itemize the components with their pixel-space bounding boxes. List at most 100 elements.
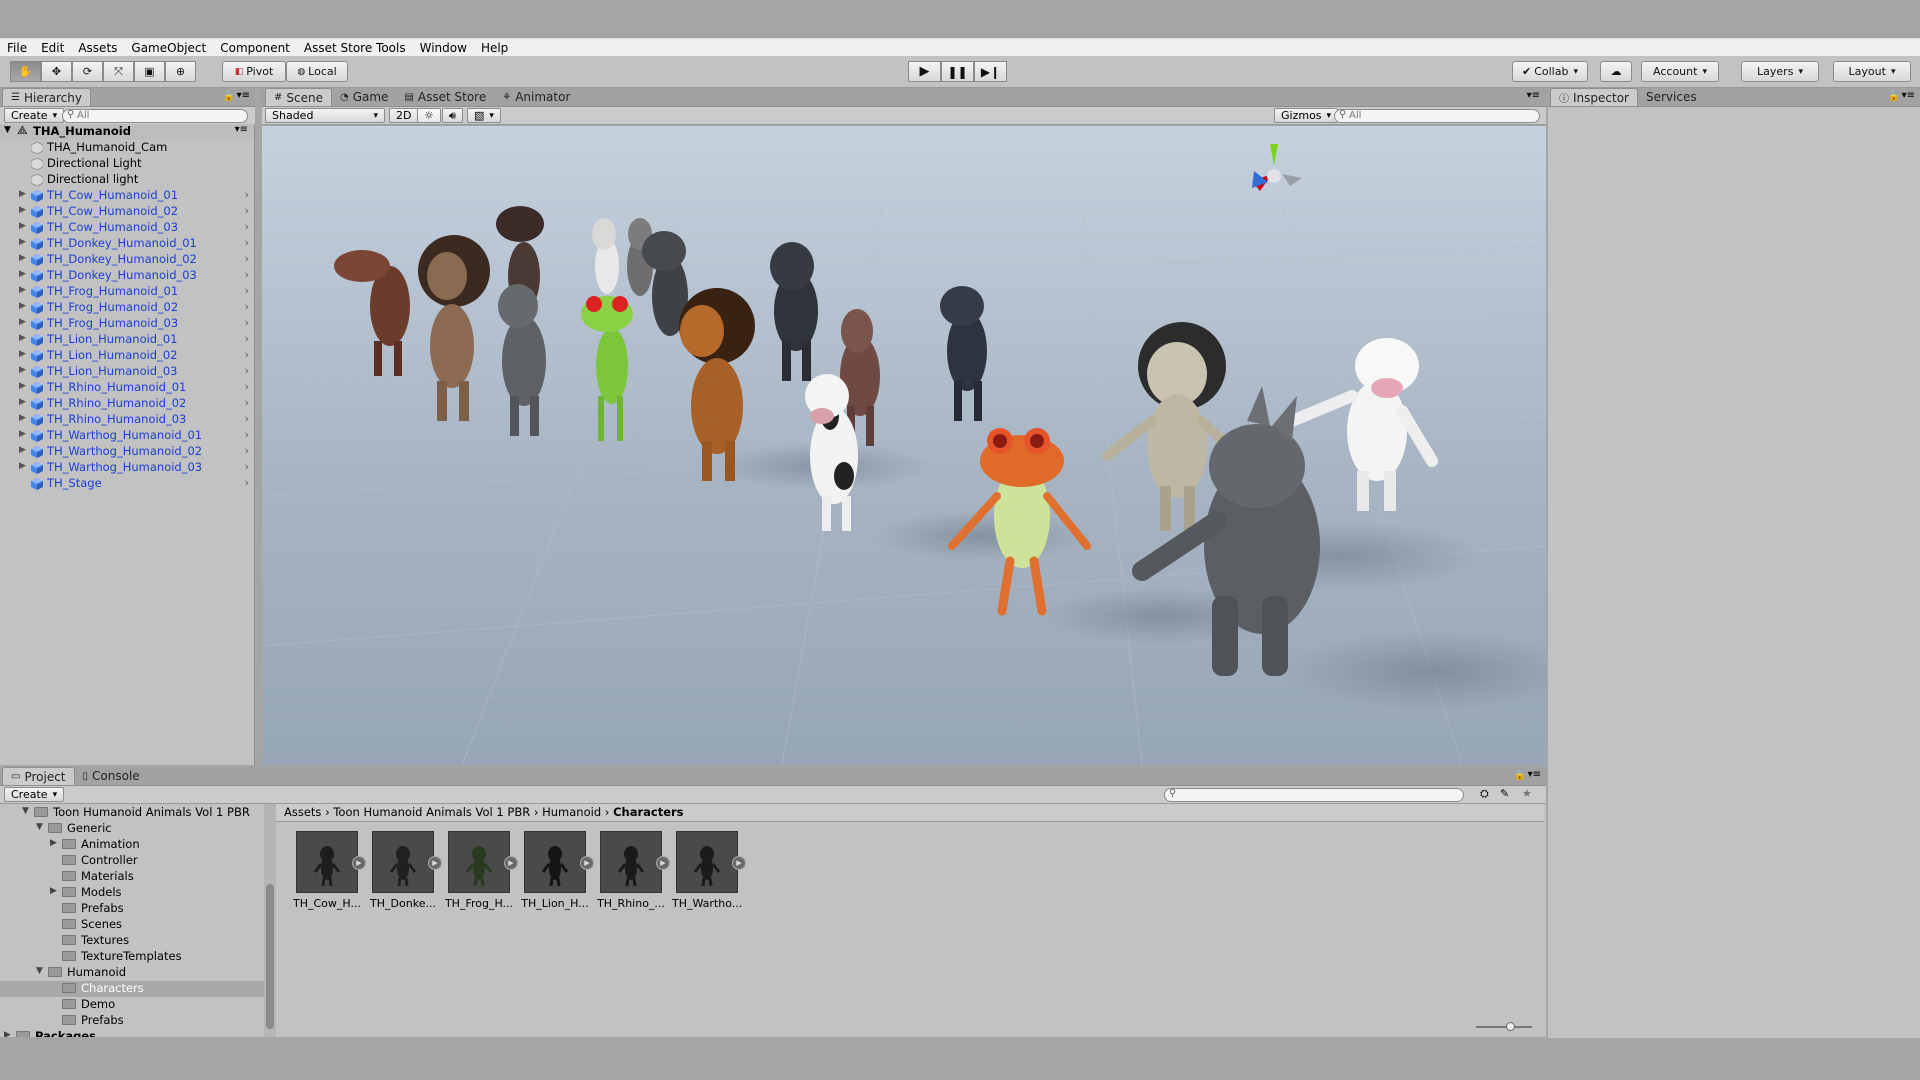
expand-arrow-icon[interactable]: ▶	[19, 317, 26, 327]
tree-scrollbar-thumb[interactable]	[266, 884, 274, 1029]
lighting-toggle[interactable]: ☼	[417, 108, 441, 123]
project-folder-item[interactable]: TextureTemplates	[0, 949, 264, 965]
hierarchy-item[interactable]: ▶ TH_Donkey_Humanoid_03 ›	[0, 268, 254, 284]
expand-arrow-icon[interactable]: ▶	[19, 221, 26, 231]
project-folder-item[interactable]: ▼ Humanoid	[0, 965, 264, 981]
scene-viewport[interactable]	[262, 126, 1546, 765]
expand-arrow-icon[interactable]: ▶	[19, 365, 26, 375]
hierarchy-item[interactable]: ▶ TH_Donkey_Humanoid_01 ›	[0, 236, 254, 252]
rect-tool-button[interactable]: ▣	[134, 61, 165, 82]
project-folder-item[interactable]: Prefabs	[0, 1013, 264, 1029]
chevron-right-icon[interactable]: ›	[245, 204, 249, 217]
hierarchy-item[interactable]: TH_Stage ›	[0, 476, 254, 492]
menu-file[interactable]: File	[0, 41, 34, 55]
menu-window[interactable]: Window	[413, 41, 474, 55]
menu-edit[interactable]: Edit	[34, 41, 71, 55]
expand-asset-icon[interactable]: ▶	[428, 856, 442, 870]
hierarchy-item[interactable]: ▶ TH_Rhino_Humanoid_01 ›	[0, 380, 254, 396]
cloud-button[interactable]: ☁	[1600, 61, 1632, 82]
menu-asset-store-tools[interactable]: Asset Store Tools	[297, 41, 413, 55]
asset-item[interactable]: ▶ TH_Frog_H...	[445, 831, 518, 910]
icon-size-slider-thumb[interactable]	[1506, 1022, 1515, 1031]
menu-assets[interactable]: Assets	[71, 41, 124, 55]
hierarchy-item[interactable]: ▶ TH_Cow_Humanoid_03 ›	[0, 220, 254, 236]
hierarchy-create-button[interactable]: Create	[4, 108, 65, 123]
chevron-right-icon[interactable]: ›	[245, 412, 249, 425]
project-folder-item[interactable]: Controller	[0, 853, 264, 869]
tab-inspector[interactable]: ⓘ Inspector	[1550, 88, 1638, 106]
expand-arrow-icon[interactable]: ▶	[4, 1030, 11, 1037]
layers-dropdown[interactable]: Layers	[1741, 61, 1819, 82]
expand-arrow-icon[interactable]: ▶	[19, 301, 26, 311]
project-folder-item[interactable]: Textures	[0, 933, 264, 949]
transform-tool-button[interactable]: ⊕	[165, 61, 196, 82]
shading-mode-dropdown[interactable]: Shaded	[265, 108, 385, 123]
lock-icon[interactable]: 🔒	[1888, 91, 1900, 102]
hierarchy-scene-row[interactable]: ▼ ⟁ THA_Humanoid ▾≡	[0, 123, 254, 140]
tab-game[interactable]: ◔ Game	[332, 88, 396, 106]
asset-item[interactable]: ▶ TH_Lion_H...	[521, 831, 594, 910]
hierarchy-item[interactable]: ▶ TH_Lion_Humanoid_01 ›	[0, 332, 254, 348]
expand-arrow-icon[interactable]: ▶	[19, 269, 26, 279]
menu-help[interactable]: Help	[474, 41, 515, 55]
effects-dropdown[interactable]: ▧	[467, 108, 501, 123]
chevron-right-icon[interactable]: ›	[245, 268, 249, 281]
chevron-right-icon[interactable]: ›	[245, 476, 249, 489]
project-folder-item[interactable]: Materials	[0, 869, 264, 885]
expand-arrow-icon[interactable]: ▼	[22, 806, 29, 816]
expand-arrow-icon[interactable]: ▶	[19, 381, 26, 391]
layout-dropdown[interactable]: Layout	[1833, 61, 1911, 82]
hierarchy-item[interactable]: ▶ TH_Frog_Humanoid_03 ›	[0, 316, 254, 332]
chevron-right-icon[interactable]: ›	[245, 220, 249, 233]
hierarchy-search-input[interactable]: All	[62, 109, 248, 123]
hierarchy-item[interactable]: THA_Humanoid_Cam	[0, 140, 254, 156]
icon-size-slider[interactable]	[1476, 1022, 1532, 1031]
scene-search-input[interactable]: All	[1334, 109, 1540, 123]
expand-asset-icon[interactable]: ▶	[656, 856, 670, 870]
expand-arrow-icon[interactable]: ▶	[50, 838, 57, 848]
chevron-right-icon[interactable]: ›	[245, 380, 249, 393]
expand-arrow-icon[interactable]: ▼	[4, 125, 11, 135]
chevron-right-icon[interactable]: ›	[245, 316, 249, 329]
hierarchy-item[interactable]: ▶ TH_Lion_Humanoid_03 ›	[0, 364, 254, 380]
expand-arrow-icon[interactable]: ▶	[19, 413, 26, 423]
expand-arrow-icon[interactable]: ▼	[36, 966, 43, 976]
tab-scene[interactable]: # Scene	[265, 88, 332, 106]
expand-arrow-icon[interactable]: ▶	[19, 349, 26, 359]
expand-arrow-icon[interactable]: ▶	[19, 189, 26, 199]
project-folder-item[interactable]: Prefabs	[0, 901, 264, 917]
asset-item[interactable]: ▶ TH_Rhino_...	[597, 831, 670, 910]
hierarchy-item[interactable]: ▶ TH_Warthog_Humanoid_01 ›	[0, 428, 254, 444]
panel-menu-icon[interactable]: ▾≡	[1902, 90, 1915, 101]
hierarchy-item[interactable]: Directional Light	[0, 156, 254, 172]
expand-asset-icon[interactable]: ▶	[580, 856, 594, 870]
account-dropdown[interactable]: Account	[1641, 61, 1719, 82]
expand-arrow-icon[interactable]: ▼	[36, 822, 43, 832]
hierarchy-item[interactable]: ▶ TH_Warthog_Humanoid_03 ›	[0, 460, 254, 476]
orientation-gizmo[interactable]	[1252, 144, 1302, 191]
gizmos-dropdown[interactable]: Gizmos	[1274, 108, 1339, 123]
hierarchy-item[interactable]: ▶ TH_Frog_Humanoid_01 ›	[0, 284, 254, 300]
audio-toggle[interactable]: 🔊︎	[442, 108, 463, 123]
chevron-right-icon[interactable]: ›	[245, 460, 249, 473]
expand-arrow-icon[interactable]: ▶	[19, 429, 26, 439]
tab-console[interactable]: ▯ Console	[75, 767, 148, 785]
expand-asset-icon[interactable]: ▶	[352, 856, 366, 870]
pause-button[interactable]: ❚❚	[941, 61, 974, 82]
expand-arrow-icon[interactable]: ▶	[19, 445, 26, 455]
hierarchy-item[interactable]: ▶ TH_Warthog_Humanoid_02 ›	[0, 444, 254, 460]
asset-item[interactable]: ▶ TH_Wartho...	[672, 831, 746, 910]
project-folder-item[interactable]: ▶ Packages	[0, 1029, 264, 1037]
hierarchy-item[interactable]: ▶ TH_Cow_Humanoid_02 ›	[0, 204, 254, 220]
chevron-right-icon[interactable]: ›	[245, 284, 249, 297]
expand-arrow-icon[interactable]: ▶	[19, 285, 26, 295]
scene-menu-icon[interactable]: ▾≡	[235, 124, 248, 135]
hierarchy-item[interactable]: ▶ TH_Donkey_Humanoid_02 ›	[0, 252, 254, 268]
asset-item[interactable]: ▶ TH_Cow_H...	[293, 831, 366, 910]
project-folder-item[interactable]: ▶ Models	[0, 885, 264, 901]
chevron-right-icon[interactable]: ›	[245, 428, 249, 441]
project-folder-item[interactable]: ▶ Animation	[0, 837, 264, 853]
menu-component[interactable]: Component	[213, 41, 297, 55]
expand-asset-icon[interactable]: ▶	[732, 856, 746, 870]
hierarchy-item[interactable]: Directional light	[0, 172, 254, 188]
